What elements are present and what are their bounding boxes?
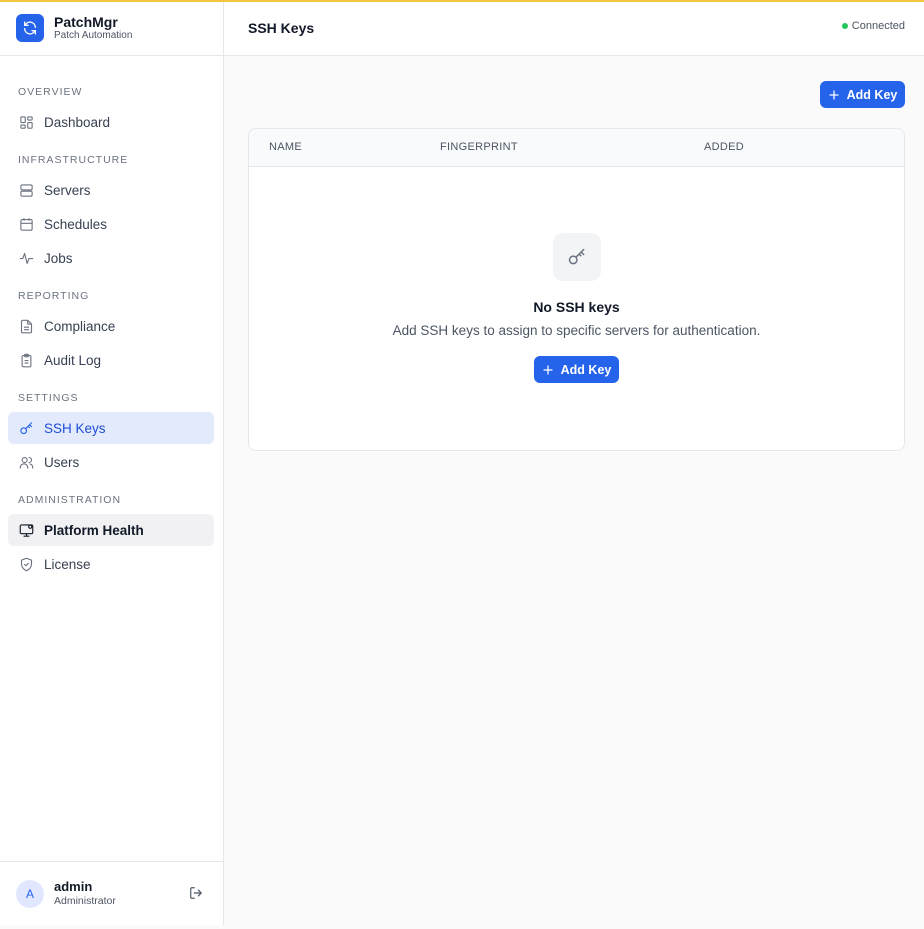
sidebar-item-jobs[interactable]: Jobs	[8, 242, 214, 274]
sidebar-item-label: Users	[44, 454, 80, 470]
dashboard-icon	[18, 114, 34, 130]
activity-icon	[18, 250, 34, 266]
key-icon	[18, 420, 34, 436]
shield-icon	[18, 556, 34, 572]
logout-icon[interactable]	[189, 886, 205, 902]
add-key-label: Add Key	[560, 362, 612, 377]
section-label-administration: ADMINISTRATION	[18, 494, 122, 506]
sidebar-item-platform-health[interactable]: Platform Health	[8, 514, 214, 546]
column-header-name[interactable]: NAME	[269, 141, 302, 153]
sidebar-item-ssh-keys[interactable]: SSH Keys	[8, 412, 214, 444]
sidebar-item-label: Platform Health	[44, 522, 144, 538]
section-label-reporting: REPORTING	[18, 290, 90, 302]
table-header: NAME FINGERPRINT ADDED	[249, 129, 904, 167]
plus-icon	[828, 89, 840, 101]
add-key-button[interactable]: Add Key	[820, 81, 905, 108]
section-label-overview: OVERVIEW	[18, 86, 83, 98]
sidebar-item-license[interactable]: License	[8, 548, 214, 580]
sidebar-item-label: Jobs	[44, 250, 73, 266]
user-name: admin	[54, 879, 93, 894]
refresh-logo-icon	[16, 13, 44, 42]
empty-state-description: Add SSH keys to assign to specific serve…	[392, 323, 761, 338]
top-accent-bar	[0, 0, 924, 2]
page-header: SSH Keys Connected	[224, 2, 924, 56]
users-icon	[18, 454, 34, 470]
add-key-label: Add Key	[846, 87, 898, 102]
user-role: Administrator	[54, 895, 116, 907]
key-icon	[553, 233, 601, 281]
sidebar-item-servers[interactable]: Servers	[8, 174, 214, 206]
sidebar-item-schedules[interactable]: Schedules	[8, 208, 214, 240]
user-profile: A admin Administrator	[0, 861, 223, 925]
sidebar-item-label: Servers	[44, 182, 91, 198]
app-subtitle: Patch Automation	[54, 29, 133, 41]
clipboard-icon	[18, 352, 34, 368]
column-header-added[interactable]: ADDED	[704, 141, 744, 153]
avatar: A	[16, 879, 44, 908]
page-title: SSH Keys	[248, 20, 315, 36]
plus-icon	[542, 364, 554, 376]
sidebar-item-label: Dashboard	[44, 114, 111, 130]
connection-status: Connected	[841, 20, 905, 32]
column-header-fingerprint[interactable]: FINGERPRINT	[440, 141, 518, 153]
empty-state: No SSH keys Add SSH keys to assign to sp…	[249, 167, 904, 450]
sidebar-item-dashboard[interactable]: Dashboard	[8, 106, 214, 138]
sidebar-item-label: License	[44, 556, 91, 572]
ssh-keys-table: NAME FINGERPRINT ADDED No SSH keys Add S…	[248, 128, 905, 451]
server-icon	[18, 182, 34, 198]
sidebar-item-label: Compliance	[44, 318, 116, 334]
empty-state-add-key-button[interactable]: Add Key	[534, 356, 619, 383]
section-label-infrastructure: INFRASTRUCTURE	[18, 154, 129, 166]
status-dot-icon	[841, 23, 848, 29]
section-label-settings: SETTINGS	[18, 392, 79, 404]
sidebar-item-compliance[interactable]: Compliance	[8, 310, 214, 342]
sidebar-item-label: SSH Keys	[44, 420, 106, 436]
brand[interactable]: PatchMgr Patch Automation	[0, 0, 223, 56]
sidebar-item-audit-log[interactable]: Audit Log	[8, 344, 214, 376]
status-text: Connected	[851, 20, 905, 32]
sidebar-item-label: Audit Log	[44, 352, 102, 368]
sidebar-item-users[interactable]: Users	[8, 446, 214, 478]
sidebar-item-label: Schedules	[44, 216, 108, 232]
sidebar: PatchMgr Patch Automation OVERVIEW Dashb…	[0, 0, 224, 925]
monitor-icon	[18, 522, 34, 538]
empty-state-title: No SSH keys	[533, 299, 620, 315]
file-text-icon	[18, 318, 34, 334]
sidebar-nav: OVERVIEW Dashboard INFRASTRUCTURE Server…	[0, 56, 223, 580]
calendar-icon	[18, 216, 34, 232]
app-name: PatchMgr	[54, 13, 118, 30]
